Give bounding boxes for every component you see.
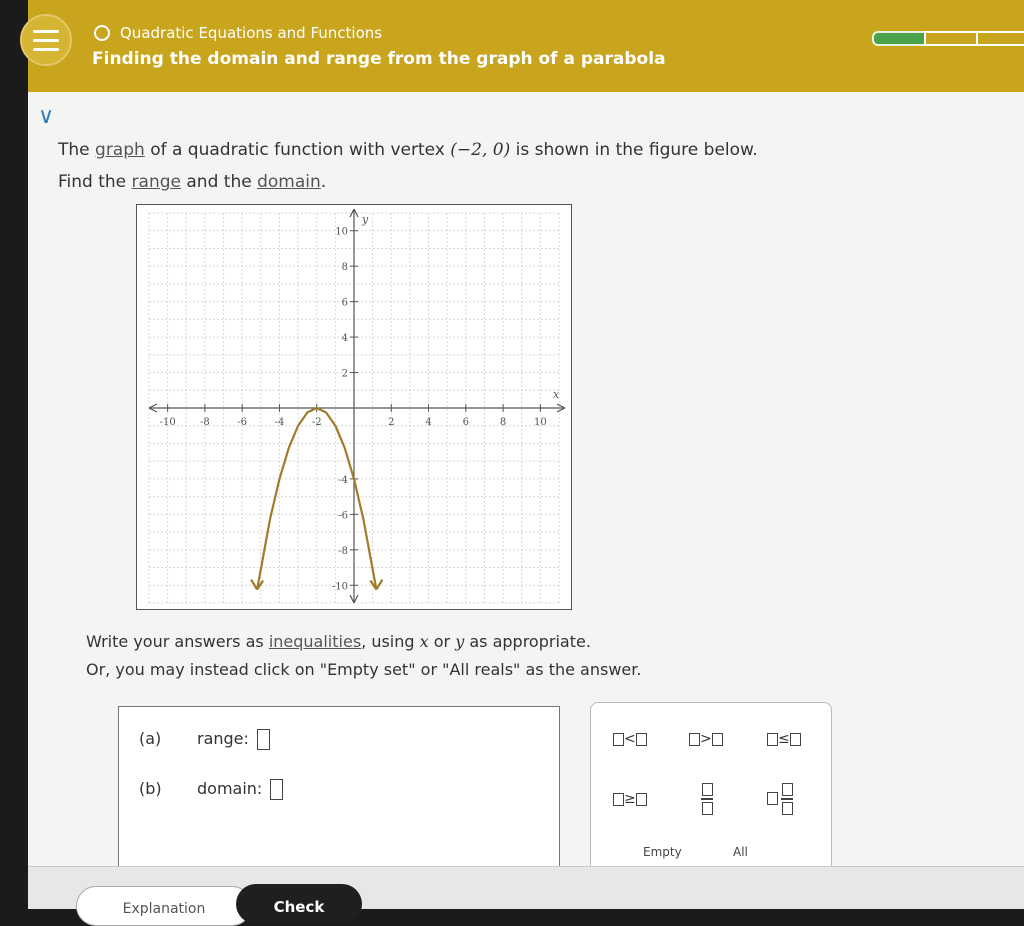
- check-button[interactable]: Check: [236, 884, 362, 924]
- y-tick-label: 2: [342, 369, 348, 380]
- domain-answer-row: (b) domain:: [139, 779, 284, 800]
- instructions-text-part: or: [428, 632, 456, 651]
- greater-than-button[interactable]: >: [689, 731, 723, 747]
- x-tick-label: 4: [425, 417, 431, 428]
- circle-icon: [94, 25, 110, 41]
- instructions-text-part: Write your answers as: [86, 632, 269, 651]
- range-answer-row: (a) range:: [139, 729, 270, 750]
- all-reals-button[interactable]: All: [733, 845, 748, 859]
- x-tick-label: -4: [275, 417, 285, 428]
- less-equal-button[interactable]: ≤: [767, 731, 801, 747]
- y-tick-label: -8: [338, 546, 348, 557]
- x-tick-label: 2: [388, 417, 394, 428]
- y-tick-label: 8: [342, 262, 348, 273]
- inequalities-link[interactable]: inequalities: [269, 632, 361, 651]
- progress-segment-filled: [872, 31, 926, 46]
- y-axis-label: y: [361, 213, 369, 226]
- progress-segment: [976, 31, 1024, 46]
- part-b-label: (b): [139, 779, 162, 798]
- part-a-label: (a): [139, 729, 162, 748]
- check-label: Check: [273, 898, 325, 916]
- greater-than-symbol: >: [700, 731, 712, 747]
- graph-svg: -10 -8 -6 -4 -2 2 4 6 8 10 10 8 6 4 2 -4 -6 -8 -10 x y: [148, 208, 566, 604]
- question-text: The graph of a quadratic function with v…: [58, 134, 918, 198]
- explanation-button[interactable]: Explanation: [76, 886, 252, 926]
- x-tick-label: 10: [534, 417, 547, 428]
- parabola-graph: -10 -8 -6 -4 -2 2 4 6 8 10 10 8 6 4 2 -4 -6 -8 -10 x y: [136, 204, 572, 610]
- y-tick-label: -4: [338, 475, 348, 486]
- instructions-line-2: Or, you may instead click on "Empty set"…: [86, 660, 642, 679]
- less-than-symbol: <: [624, 731, 636, 747]
- fraction-button[interactable]: [701, 783, 713, 815]
- hamburger-icon: [33, 47, 59, 51]
- progress-segment: [924, 31, 978, 46]
- x-tick-label: -6: [237, 417, 247, 428]
- instructions-text-part: as appropriate.: [464, 632, 591, 651]
- greater-equal-symbol: ≥: [624, 791, 636, 807]
- y-tick-label: 4: [342, 333, 348, 344]
- x-tick-label: -2: [312, 417, 322, 428]
- y-tick-label: -10: [332, 581, 348, 592]
- graph-link[interactable]: graph: [95, 140, 145, 160]
- app-screen: Quadratic Equations and Functions Findin…: [20, 0, 1024, 926]
- math-keypad: < > ≤ ≥ Empty All: [590, 702, 832, 874]
- range-link[interactable]: range: [132, 172, 181, 192]
- x-tick-label: 8: [500, 417, 506, 428]
- x-tick-label: -8: [200, 417, 210, 428]
- x-tick-label: 6: [463, 417, 469, 428]
- question-text-part: and the: [180, 172, 258, 192]
- range-label: range:: [197, 729, 249, 748]
- y-tick-label: 10: [335, 227, 348, 238]
- explanation-label: Explanation: [122, 901, 206, 917]
- answer-panel: (a) range: (b) domain:: [118, 706, 560, 878]
- question-text-part: The: [58, 140, 96, 160]
- page-title: Finding the domain and range from the gr…: [92, 49, 666, 69]
- less-equal-symbol: ≤: [778, 731, 790, 747]
- hamburger-icon: [33, 29, 59, 33]
- x-axis-label: x: [553, 388, 560, 401]
- y-tick-label: -6: [338, 510, 348, 521]
- chevron-down-icon[interactable]: ∨: [38, 104, 54, 129]
- question-text-part: is shown in the figure below.: [510, 140, 758, 160]
- progress-bar: [872, 31, 1024, 46]
- hamburger-icon: [33, 38, 59, 42]
- range-input[interactable]: [256, 729, 270, 750]
- question-text-part: .: [320, 172, 327, 192]
- instructions: Write your answers as inequalities, usin…: [86, 628, 641, 684]
- domain-label: domain:: [197, 779, 263, 798]
- vertex-value: (−2, 0): [450, 140, 511, 160]
- topic-row: Quadratic Equations and Functions: [94, 24, 382, 42]
- header-bar: Quadratic Equations and Functions Findin…: [20, 0, 1024, 92]
- question-text-part: of a quadratic function with vertex: [144, 140, 451, 160]
- topic-label: Quadratic Equations and Functions: [120, 24, 383, 42]
- y-tick-label: 6: [342, 298, 348, 309]
- instructions-text-part: , using: [361, 632, 420, 651]
- domain-link[interactable]: domain: [257, 172, 321, 192]
- menu-button[interactable]: [20, 14, 72, 66]
- mixed-number-button[interactable]: [767, 783, 793, 815]
- variable-x: x: [419, 632, 429, 651]
- domain-input[interactable]: [270, 779, 284, 800]
- greater-equal-button[interactable]: ≥: [613, 791, 647, 807]
- less-than-button[interactable]: <: [613, 731, 647, 747]
- variable-y: y: [455, 632, 465, 651]
- empty-set-button[interactable]: Empty: [643, 845, 682, 859]
- question-text-part: Find the: [58, 172, 132, 192]
- x-tick-label: -10: [160, 417, 176, 428]
